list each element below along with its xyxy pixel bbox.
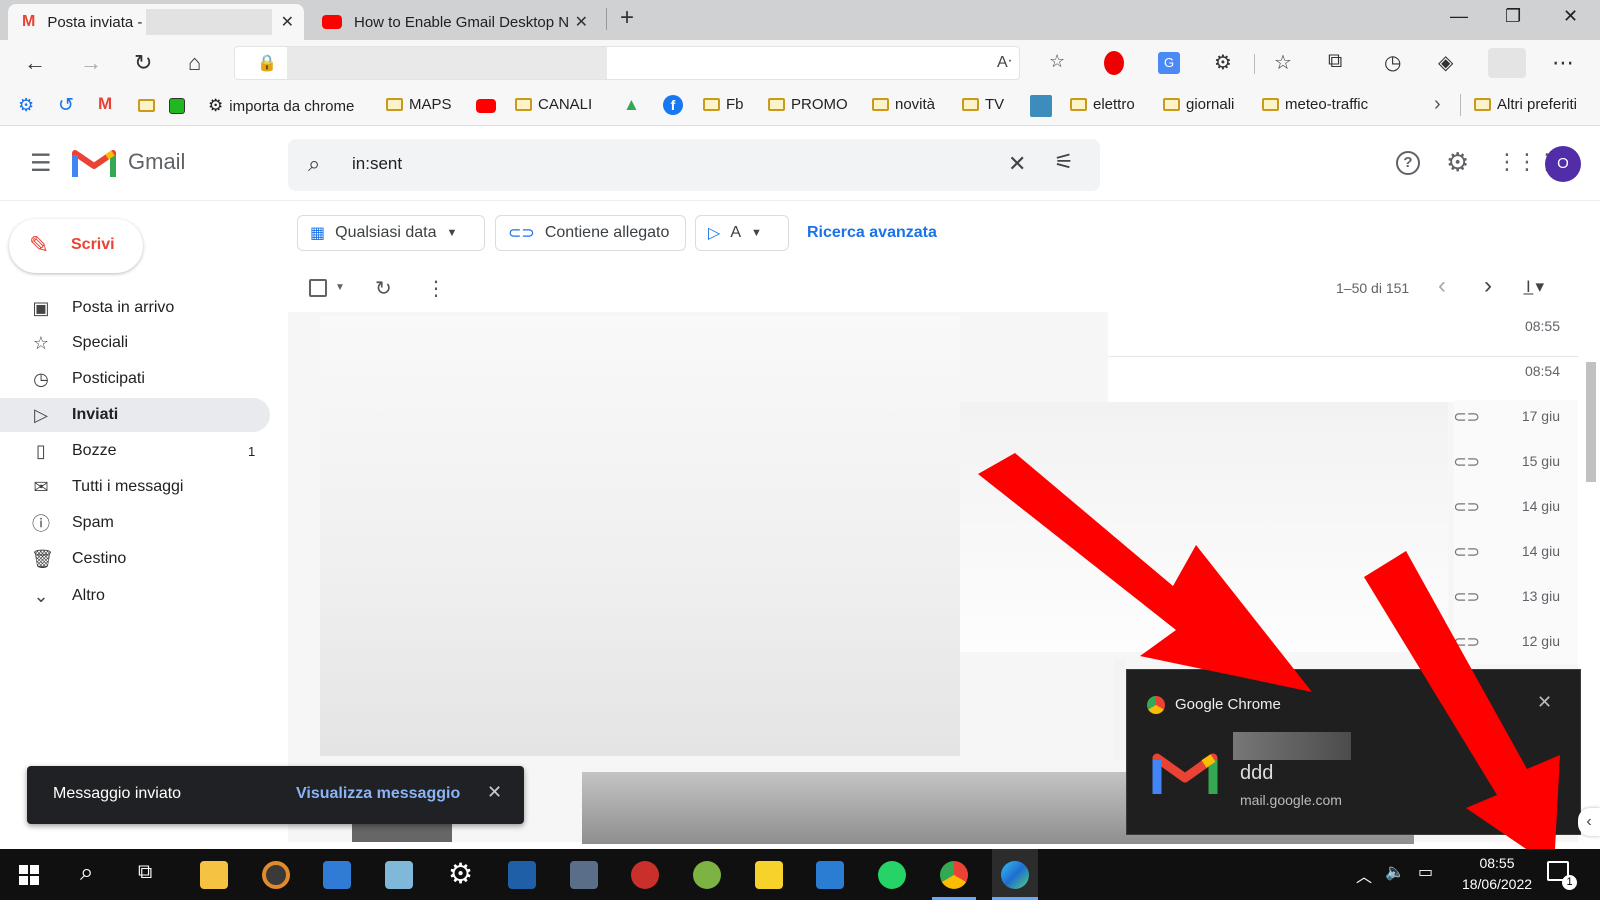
windows-taskbar: ⌕ ⧉ ⚙ ︿ 🔈 ▭ 08:55 18/06/2022 1 (0, 849, 1600, 900)
search-icon[interactable]: ⌕ (80, 859, 93, 887)
whatsapp-icon[interactable] (878, 861, 906, 889)
notes-app-icon[interactable] (385, 861, 413, 889)
side-panel-toggle-icon[interactable]: ‹ (1578, 808, 1600, 836)
mail-app-icon[interactable] (816, 861, 844, 889)
notification-count-badge: 1 (1562, 875, 1577, 890)
calculator-icon[interactable] (570, 861, 598, 889)
android-app-icon[interactable] (693, 861, 721, 889)
tray-chevron-up-icon[interactable]: ︿ (1356, 863, 1372, 887)
media-player-icon[interactable] (262, 861, 290, 889)
volume-icon[interactable]: 🔈 (1385, 862, 1405, 882)
snipping-tool-icon[interactable] (631, 861, 659, 889)
red-arrows-overlay (978, 453, 1560, 868)
chrome-taskbar-icon[interactable] (940, 861, 968, 889)
settings-gear-icon[interactable]: ⚙ (448, 857, 473, 890)
network-icon[interactable]: ▭ (1418, 862, 1433, 882)
task-view-icon[interactable]: ⧉ (138, 861, 152, 884)
sticky-notes-icon[interactable] (755, 861, 783, 889)
windows-start-icon[interactable] (19, 865, 39, 885)
file-explorer-icon[interactable] (200, 861, 228, 889)
clock-time[interactable]: 08:55 (1465, 855, 1529, 871)
edge-taskbar-icon[interactable] (1001, 861, 1029, 889)
red-arrow (1364, 551, 1560, 868)
video-app-icon[interactable] (323, 861, 351, 889)
photos-app-icon[interactable] (508, 861, 536, 889)
red-arrow (978, 453, 1312, 692)
clock-date[interactable]: 18/06/2022 (1455, 876, 1539, 892)
